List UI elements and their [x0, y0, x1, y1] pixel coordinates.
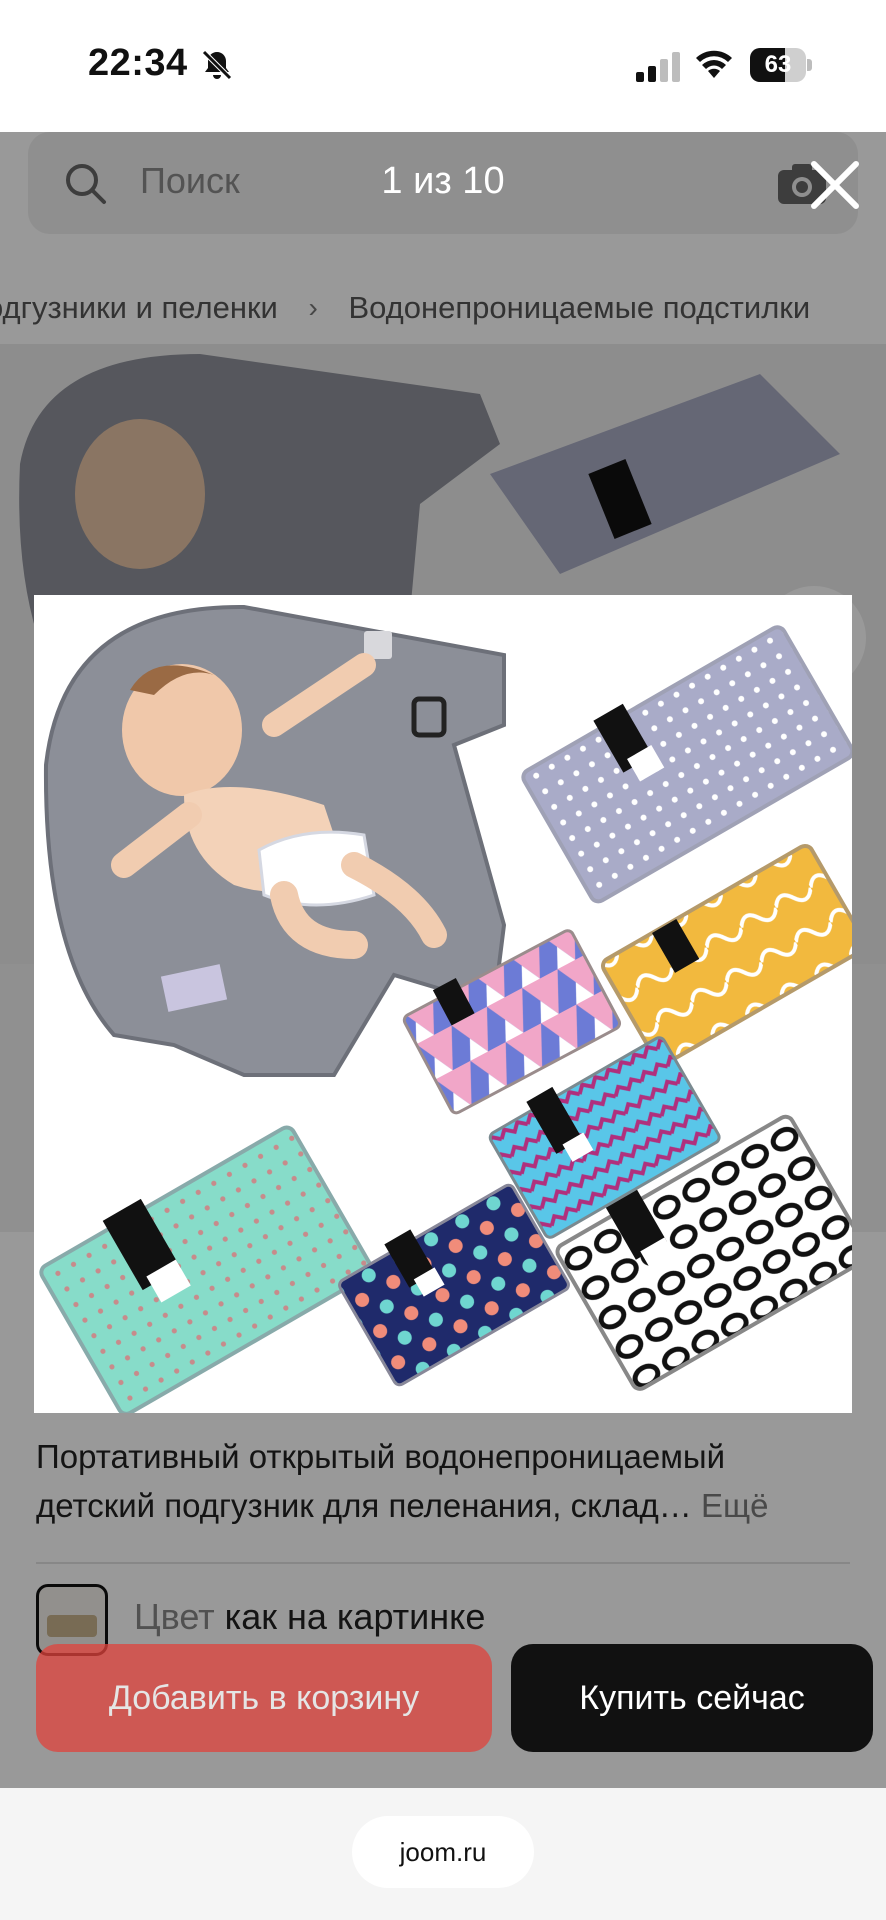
add-to-cart-button[interactable]: Добавить в корзину	[36, 1644, 492, 1752]
bell-slash-icon	[202, 50, 232, 80]
wifi-icon	[696, 50, 732, 78]
image-counter: 1 из 10	[381, 160, 505, 202]
buy-now-button[interactable]: Купить сейчас	[511, 1644, 873, 1752]
cellular-signal-icon	[636, 52, 680, 82]
close-icon[interactable]	[806, 156, 864, 214]
url-bar[interactable]: joom.ru	[352, 1816, 534, 1888]
product-image[interactable]	[34, 595, 852, 1413]
status-time: 22:34	[88, 42, 188, 84]
browser-bar: joom.ru	[0, 1788, 886, 1920]
battery-level: 63	[764, 51, 792, 78]
status-bar: 22:34 63	[0, 0, 886, 132]
product-photo	[34, 595, 852, 1413]
battery-icon: 63	[750, 48, 812, 82]
image-viewer-overlay[interactable]: 1 из 10	[0, 132, 886, 1788]
